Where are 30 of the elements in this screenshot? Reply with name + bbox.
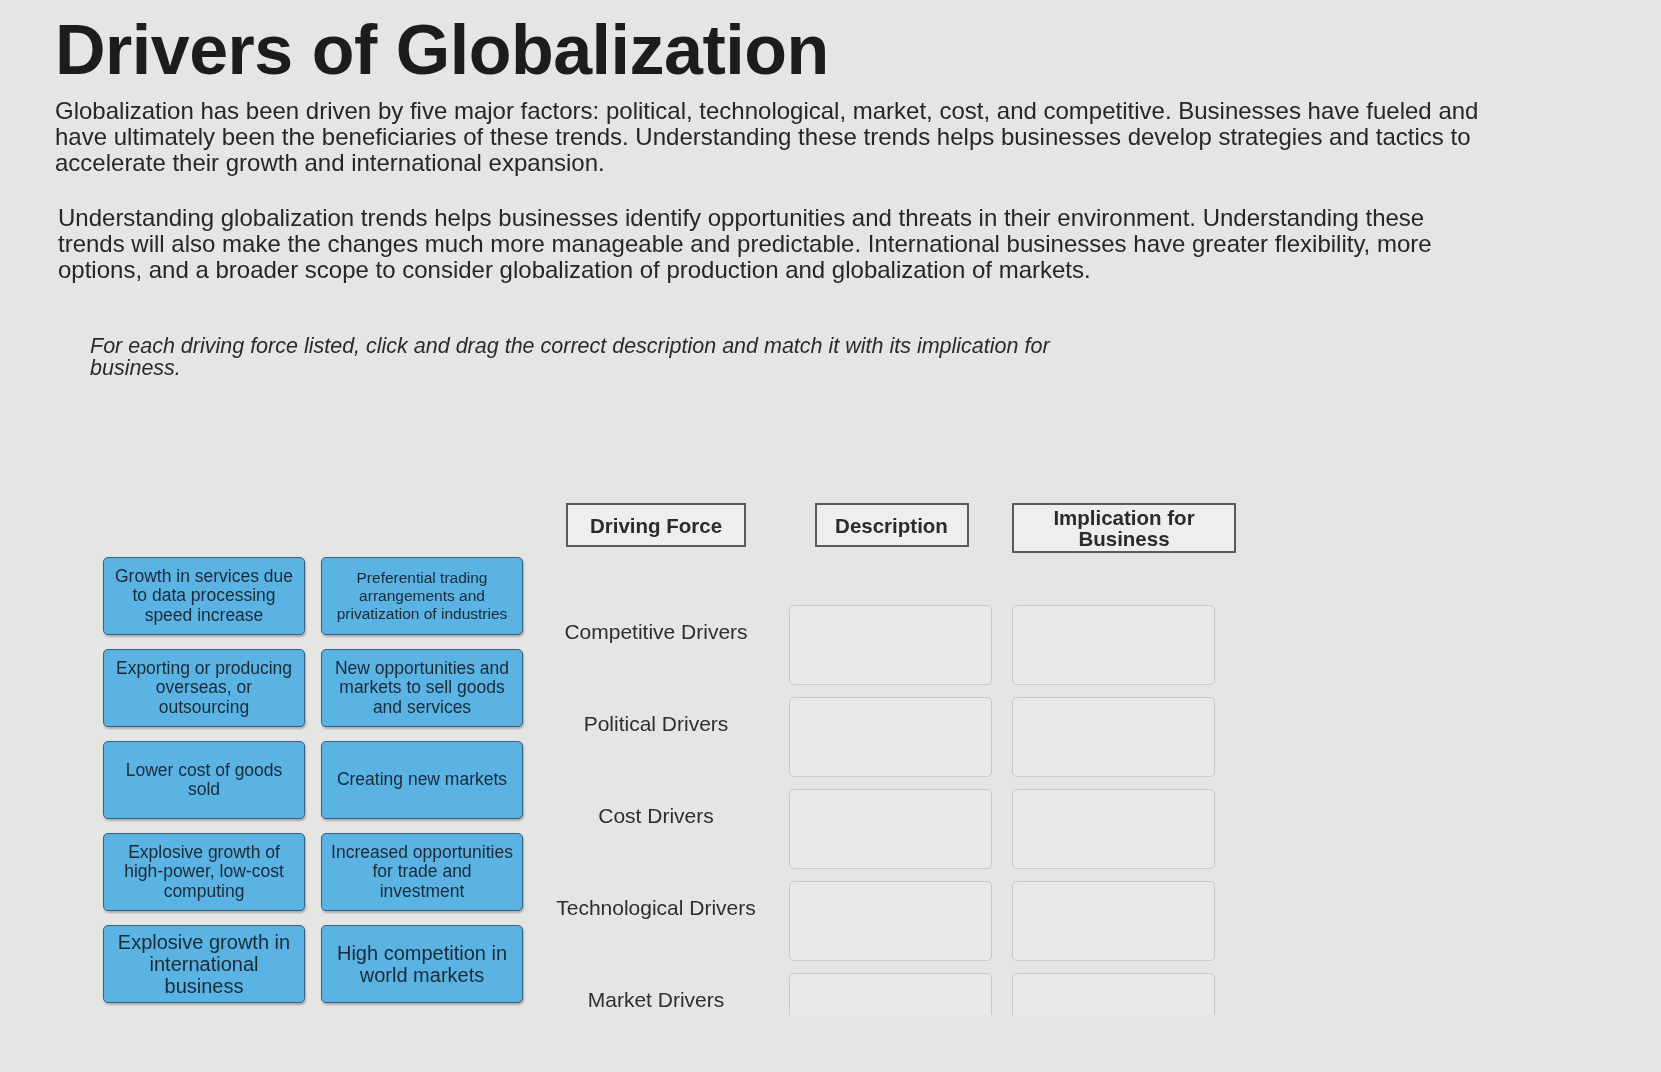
driving-force-label: Competitive Drivers <box>564 620 748 644</box>
drop-zone[interactable] <box>789 605 992 685</box>
answer-card[interactable]: Lower cost of goods sold <box>103 741 305 819</box>
answer-card[interactable]: Explosive growth of high-power, low-cost computing <box>103 833 305 911</box>
driving-force-label: Technological Drivers <box>556 896 756 920</box>
page-title: Drivers of Globalization <box>55 12 829 88</box>
driving-force-label: Cost Drivers <box>598 804 714 828</box>
drop-zone[interactable] <box>1012 697 1215 777</box>
answer-card[interactable]: High competition in world markets <box>321 925 523 1003</box>
answer-card[interactable]: Preferential trading arrangements and privatization of industries <box>321 557 523 635</box>
drop-zone[interactable] <box>1012 789 1215 869</box>
drop-zone[interactable] <box>789 789 992 869</box>
answer-card[interactable]: Exporting or producing overseas, or outsourcing <box>103 649 305 727</box>
driving-force-label: Market Drivers <box>587 988 725 1012</box>
drop-zone[interactable] <box>789 881 992 961</box>
column-header: Driving Force <box>566 503 746 547</box>
column-header: Implication for Business <box>1012 503 1236 553</box>
column-header: Description <box>814 503 969 547</box>
answer-card[interactable]: Creating new markets <box>321 741 523 819</box>
driving-force-label: Political Drivers <box>583 712 729 736</box>
answer-card[interactable]: Explosive growth in international business <box>103 925 305 1003</box>
drop-zone[interactable] <box>1012 605 1215 685</box>
answer-card[interactable]: New opportunities and markets to sell goods and services <box>321 649 523 727</box>
drop-zone[interactable] <box>1012 881 1215 961</box>
drop-zone[interactable] <box>789 697 992 777</box>
instructions-text: For each driving force listed, click and drag the correct description and match it with its implication for business. <box>90 335 1052 379</box>
intro-paragraph: Globalization has been driven by five major factors: political, technological, market, cost, and competitive. Businesses have fueled and have ultimately been the beneficiaries of these trends. Understanding these trends helps businesses develop strategies and tactics to accelerate their growth and international expansion. <box>55 98 1480 176</box>
intro-paragraph: Understanding globalization trends helps businesses identify opportunities and threats in their environment. Understanding these trends will also make the changes much more manageable and predictable. International businesses have greater flexibility, more options, and a broader scope to consider globalization of production and globalization of markets. <box>58 205 1433 283</box>
answer-card[interactable]: Increased opportunities for trade and investment <box>321 833 523 911</box>
answer-card[interactable]: Growth in services due to data processing speed increase <box>103 557 305 635</box>
